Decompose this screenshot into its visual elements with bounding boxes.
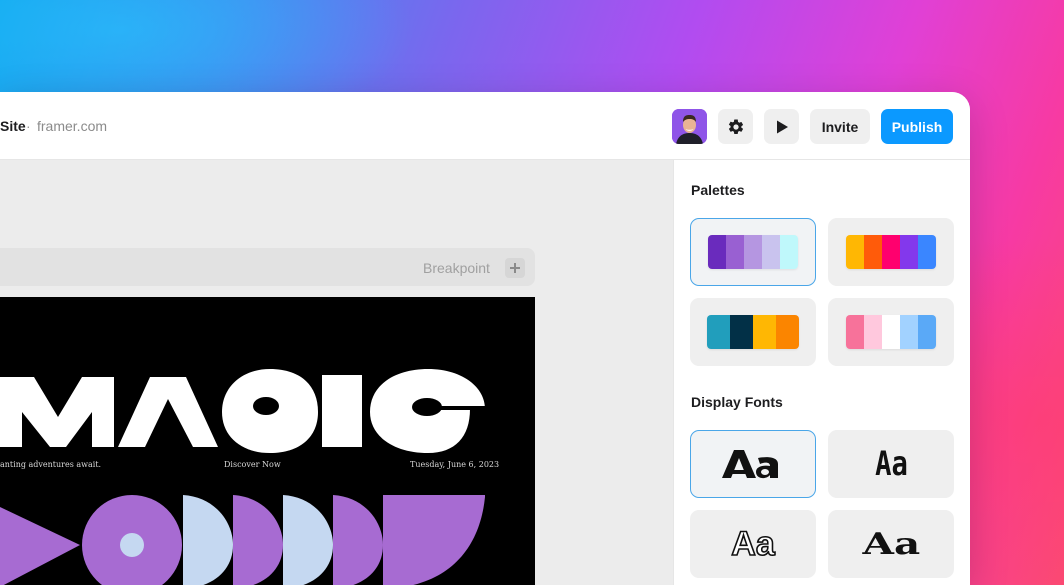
publish-button[interactable]: Publish (881, 109, 953, 144)
font-card-3[interactable]: Aa (690, 510, 816, 578)
palette-swatches (708, 235, 798, 269)
preview-button[interactable] (764, 109, 799, 144)
swatch (918, 235, 936, 269)
title-separator: · (26, 118, 31, 134)
palette-swatches (846, 315, 936, 349)
swatch (900, 235, 918, 269)
plus-icon (510, 263, 520, 273)
site-preview-frame[interactable]: anting adventures await. Discover Now Tu… (0, 297, 535, 585)
swatch (780, 235, 798, 269)
font-card-2[interactable]: Aa (828, 430, 954, 498)
palette-swatches (707, 315, 799, 349)
palette-swatches (846, 235, 936, 269)
site-title[interactable]: Site (0, 118, 26, 134)
style-panel: Palettes Display Fonts Aa Aa Aa (673, 160, 970, 585)
font-sample-text: Aa (730, 524, 775, 564)
preview-date: Tuesday, June 6, 2023 (410, 460, 500, 469)
site-domain[interactable]: framer.com (37, 118, 107, 134)
invite-button[interactable]: Invite (810, 109, 870, 144)
gear-icon (728, 118, 743, 134)
swatch (846, 235, 864, 269)
font-card-4[interactable]: Aa (828, 510, 954, 578)
swatch (730, 315, 753, 349)
swatch (882, 315, 900, 349)
font-sample-text: Aa (874, 444, 908, 484)
swatch (776, 315, 799, 349)
palette-card-3[interactable] (690, 298, 816, 366)
font-sample-text: Aa (862, 526, 920, 562)
swatch (918, 315, 936, 349)
breakpoint-label: Breakpoint (423, 260, 490, 276)
play-icon (776, 120, 788, 133)
swatch (846, 315, 864, 349)
settings-button[interactable] (718, 109, 753, 144)
breakpoint-bar: Breakpoint (0, 248, 535, 286)
display-fonts-heading: Display Fonts (691, 394, 783, 410)
swatch (708, 235, 726, 269)
canvas[interactable]: Breakpoint anting adventures await. Disc… (0, 160, 673, 585)
swatch (753, 315, 776, 349)
palettes-heading: Palettes (691, 182, 745, 198)
palette-card-4[interactable] (828, 298, 954, 366)
preview-cta-link[interactable]: Discover Now (224, 460, 281, 469)
palette-card-2[interactable] (828, 218, 954, 286)
swatch (726, 235, 744, 269)
add-breakpoint-button[interactable] (505, 258, 525, 278)
magic-artwork (0, 369, 490, 585)
swatch (744, 235, 762, 269)
swatch (864, 235, 882, 269)
font-card-1[interactable]: Aa (690, 430, 816, 498)
swatch (900, 315, 918, 349)
avatar-image (672, 109, 707, 144)
preview-tagline: anting adventures await. (0, 460, 102, 469)
swatch (864, 315, 882, 349)
swatch (707, 315, 730, 349)
swatch (762, 235, 780, 269)
editor-window: Site · framer.com Invite Publish Breakpo… (0, 92, 970, 585)
palette-card-1[interactable] (690, 218, 816, 286)
user-avatar[interactable] (672, 109, 707, 144)
font-sample-blackletter (722, 450, 778, 479)
swatch (882, 235, 900, 269)
top-bar: Site · framer.com Invite Publish (0, 92, 970, 160)
